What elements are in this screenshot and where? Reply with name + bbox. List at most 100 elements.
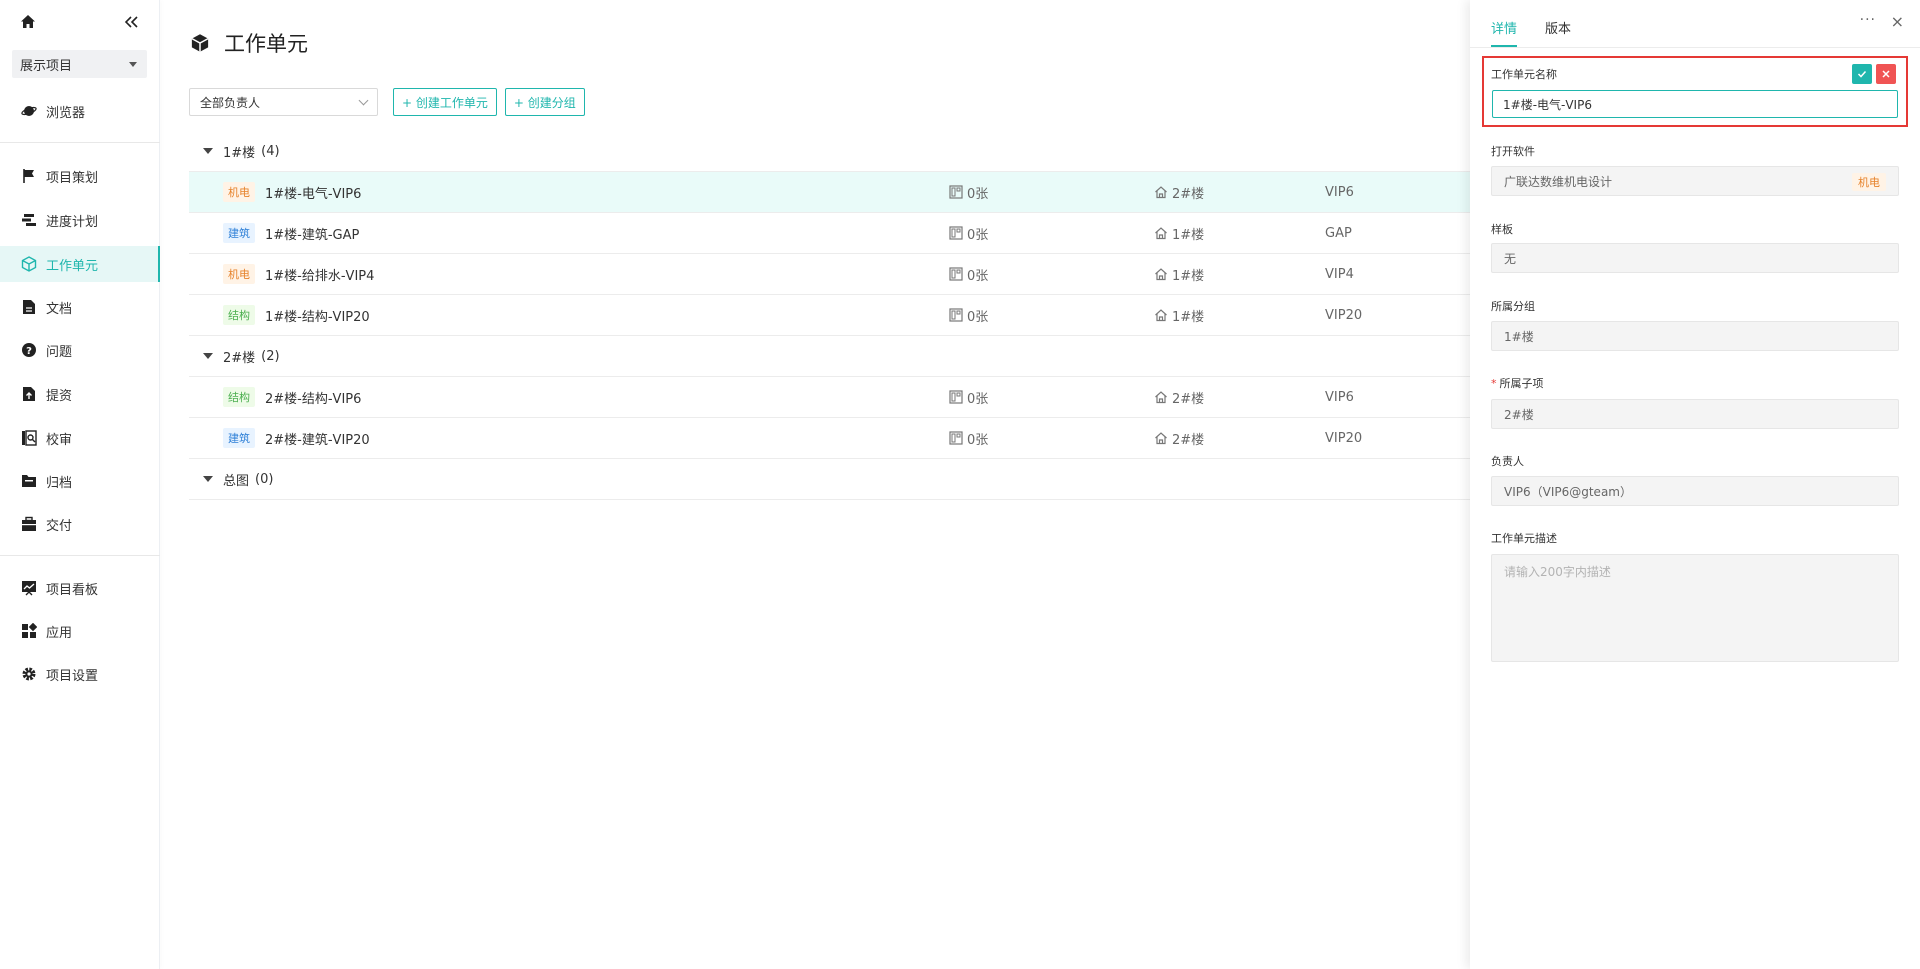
project-select-value: 展示项目 bbox=[20, 58, 73, 74]
confirm-button[interactable] bbox=[1852, 64, 1872, 84]
table-row[interactable]: 结构 2#楼-结构-VIP6 0张 2#楼 VIP6 bbox=[189, 377, 1470, 418]
table-row[interactable]: 建筑 2#楼-建筑-VIP20 0张 2#楼 VIP20 bbox=[189, 418, 1470, 459]
discipline-tag: 建筑 bbox=[223, 428, 255, 448]
sidebar-item-label: 项目策划 bbox=[46, 170, 99, 186]
home-icon[interactable] bbox=[20, 14, 36, 30]
group-row[interactable]: 总图 (0) bbox=[189, 459, 1470, 500]
owner-cell: VIP20 bbox=[1325, 307, 1363, 323]
house-icon bbox=[1155, 309, 1167, 322]
house-icon bbox=[1155, 432, 1167, 445]
sidebar-item-label: 进度计划 bbox=[46, 214, 99, 230]
house-icon bbox=[1155, 391, 1167, 404]
unit-name[interactable]: 1#楼-电气-VIP6 bbox=[265, 183, 361, 202]
owner-field: VIP6（VIP6@gteam） bbox=[1491, 476, 1899, 506]
sidebar-item-label: 工作单元 bbox=[46, 258, 99, 274]
cube-icon bbox=[20, 255, 38, 273]
collapse-sidebar-icon[interactable] bbox=[123, 14, 139, 30]
sidebar-item-settings[interactable]: 项目设置 bbox=[0, 656, 160, 692]
building-cell: 2#楼 bbox=[1154, 429, 1204, 448]
sidebar-item-archive[interactable]: 归档 bbox=[0, 463, 160, 499]
house-icon bbox=[1155, 186, 1167, 199]
sidebar-item-dashboard[interactable]: 项目看板 bbox=[0, 570, 160, 606]
table-row[interactable]: 机电 1#楼-给排水-VIP4 0张 1#楼 VIP4 bbox=[189, 254, 1470, 295]
question-circle-icon: ? bbox=[20, 341, 38, 359]
unit-name[interactable]: 1#楼-结构-VIP20 bbox=[265, 306, 370, 325]
discipline-tag: 机电 bbox=[223, 264, 255, 284]
sidebar-item-label: 项目设置 bbox=[46, 668, 99, 684]
cancel-button[interactable] bbox=[1876, 64, 1896, 84]
gantt-icon bbox=[20, 211, 38, 229]
group-name: 2#楼 bbox=[223, 350, 256, 366]
toolbar: 全部负责人 + 创建工作单元 + 创建分组 bbox=[189, 88, 585, 116]
project-select[interactable]: 展示项目 bbox=[12, 50, 147, 78]
drawing-icon bbox=[949, 308, 963, 322]
upload-document-icon bbox=[20, 385, 38, 403]
sidebar-item-label: 问题 bbox=[46, 344, 73, 360]
table-row[interactable]: 建筑 1#楼-建筑-GAP 0张 1#楼 GAP bbox=[189, 213, 1470, 254]
page-title-text: 工作单元 bbox=[224, 32, 308, 56]
sidebar-item-label: 归档 bbox=[46, 475, 73, 491]
drawing-icon bbox=[949, 390, 963, 404]
drawing-count: 0张 bbox=[949, 224, 988, 243]
owner-cell: VIP6 bbox=[1325, 184, 1354, 200]
description-label: 工作单元描述 bbox=[1491, 532, 1557, 545]
sidebar-item-review[interactable]: 校审 bbox=[0, 420, 160, 456]
drawing-count: 0张 bbox=[949, 265, 988, 284]
tab-details[interactable]: 详情 bbox=[1491, 18, 1518, 47]
table-row[interactable]: 结构 1#楼-结构-VIP20 0张 1#楼 VIP20 bbox=[189, 295, 1470, 336]
owner-filter-value: 全部负责人 bbox=[200, 95, 261, 110]
expand-triangle-icon[interactable] bbox=[203, 476, 213, 482]
group-count: (0) bbox=[255, 471, 274, 487]
svg-text:?: ? bbox=[26, 346, 32, 357]
sidebar-item-label: 交付 bbox=[46, 518, 73, 534]
sidebar-divider bbox=[0, 555, 160, 556]
page-title: 工作单元 bbox=[190, 28, 308, 58]
expand-triangle-icon[interactable] bbox=[203, 148, 213, 154]
sidebar-item-work-unit[interactable]: 工作单元 bbox=[0, 246, 160, 282]
sidebar-item-delivery[interactable]: 交付 bbox=[0, 506, 160, 542]
unit-name[interactable]: 1#楼-建筑-GAP bbox=[265, 224, 359, 243]
sidebar-item-submission[interactable]: 提资 bbox=[0, 376, 160, 412]
sidebar-item-documents[interactable]: 文档 bbox=[0, 289, 160, 325]
main-content: 工作单元 全部负责人 + 创建工作单元 + 创建分组 1#楼 (4) 机电 1#… bbox=[160, 0, 1470, 969]
briefcase-icon bbox=[20, 515, 38, 533]
house-icon bbox=[1155, 227, 1167, 240]
sidebar-item-label: 文档 bbox=[46, 301, 73, 317]
create-group-button[interactable]: + 创建分组 bbox=[504, 88, 585, 116]
group-row[interactable]: 2#楼 (2) bbox=[189, 336, 1470, 377]
sidebar-item-planning[interactable]: 项目策划 bbox=[0, 158, 160, 194]
drawing-count: 0张 bbox=[949, 388, 988, 407]
unit-name[interactable]: 2#楼-建筑-VIP20 bbox=[265, 429, 370, 448]
discipline-tag: 机电 bbox=[223, 182, 255, 202]
tab-versions[interactable]: 版本 bbox=[1545, 18, 1571, 47]
subitem-field: 2#楼 bbox=[1491, 399, 1899, 429]
planet-icon bbox=[20, 102, 38, 120]
apps-icon bbox=[20, 622, 38, 640]
create-work-unit-button[interactable]: + 创建工作单元 bbox=[393, 88, 497, 116]
unit-name[interactable]: 1#楼-给排水-VIP4 bbox=[265, 265, 374, 284]
building-cell: 1#楼 bbox=[1154, 265, 1204, 284]
sidebar-item-label: 应用 bbox=[46, 625, 73, 641]
group-row[interactable]: 1#楼 (4) bbox=[189, 131, 1470, 172]
template-field: 无 bbox=[1491, 243, 1899, 273]
drawing-count: 0张 bbox=[949, 429, 988, 448]
owner-cell: VIP4 bbox=[1325, 266, 1354, 282]
sidebar-item-browser[interactable]: 浏览器 bbox=[0, 93, 160, 129]
building-cell: 2#楼 bbox=[1154, 183, 1204, 202]
unit-name[interactable]: 2#楼-结构-VIP6 bbox=[265, 388, 361, 407]
sidebar-item-apps[interactable]: 应用 bbox=[0, 613, 160, 649]
expand-triangle-icon[interactable] bbox=[203, 353, 213, 359]
drawing-count: 0张 bbox=[949, 183, 988, 202]
sidebar-item-issues[interactable]: ? 问题 bbox=[0, 332, 160, 368]
house-icon bbox=[1155, 268, 1167, 281]
archive-icon bbox=[20, 472, 38, 490]
group-name: 1#楼 bbox=[223, 145, 256, 161]
close-icon[interactable]: × bbox=[1891, 12, 1904, 31]
description-textarea[interactable]: 请输入200字内描述 bbox=[1491, 554, 1899, 662]
sidebar-item-schedule[interactable]: 进度计划 bbox=[0, 202, 160, 238]
unit-name-input[interactable]: 1#楼-电气-VIP6 bbox=[1492, 90, 1898, 118]
more-icon[interactable]: ··· bbox=[1860, 12, 1876, 28]
table-row[interactable]: 机电 1#楼-电气-VIP6 0张 2#楼 VIP6 bbox=[189, 172, 1470, 213]
detail-panel: 详情 版本 ··· × 工作单元名称 1#楼-电气-VIP6 打开软件 广联达数… bbox=[1470, 0, 1920, 969]
owner-filter-select[interactable]: 全部负责人 bbox=[189, 88, 378, 116]
